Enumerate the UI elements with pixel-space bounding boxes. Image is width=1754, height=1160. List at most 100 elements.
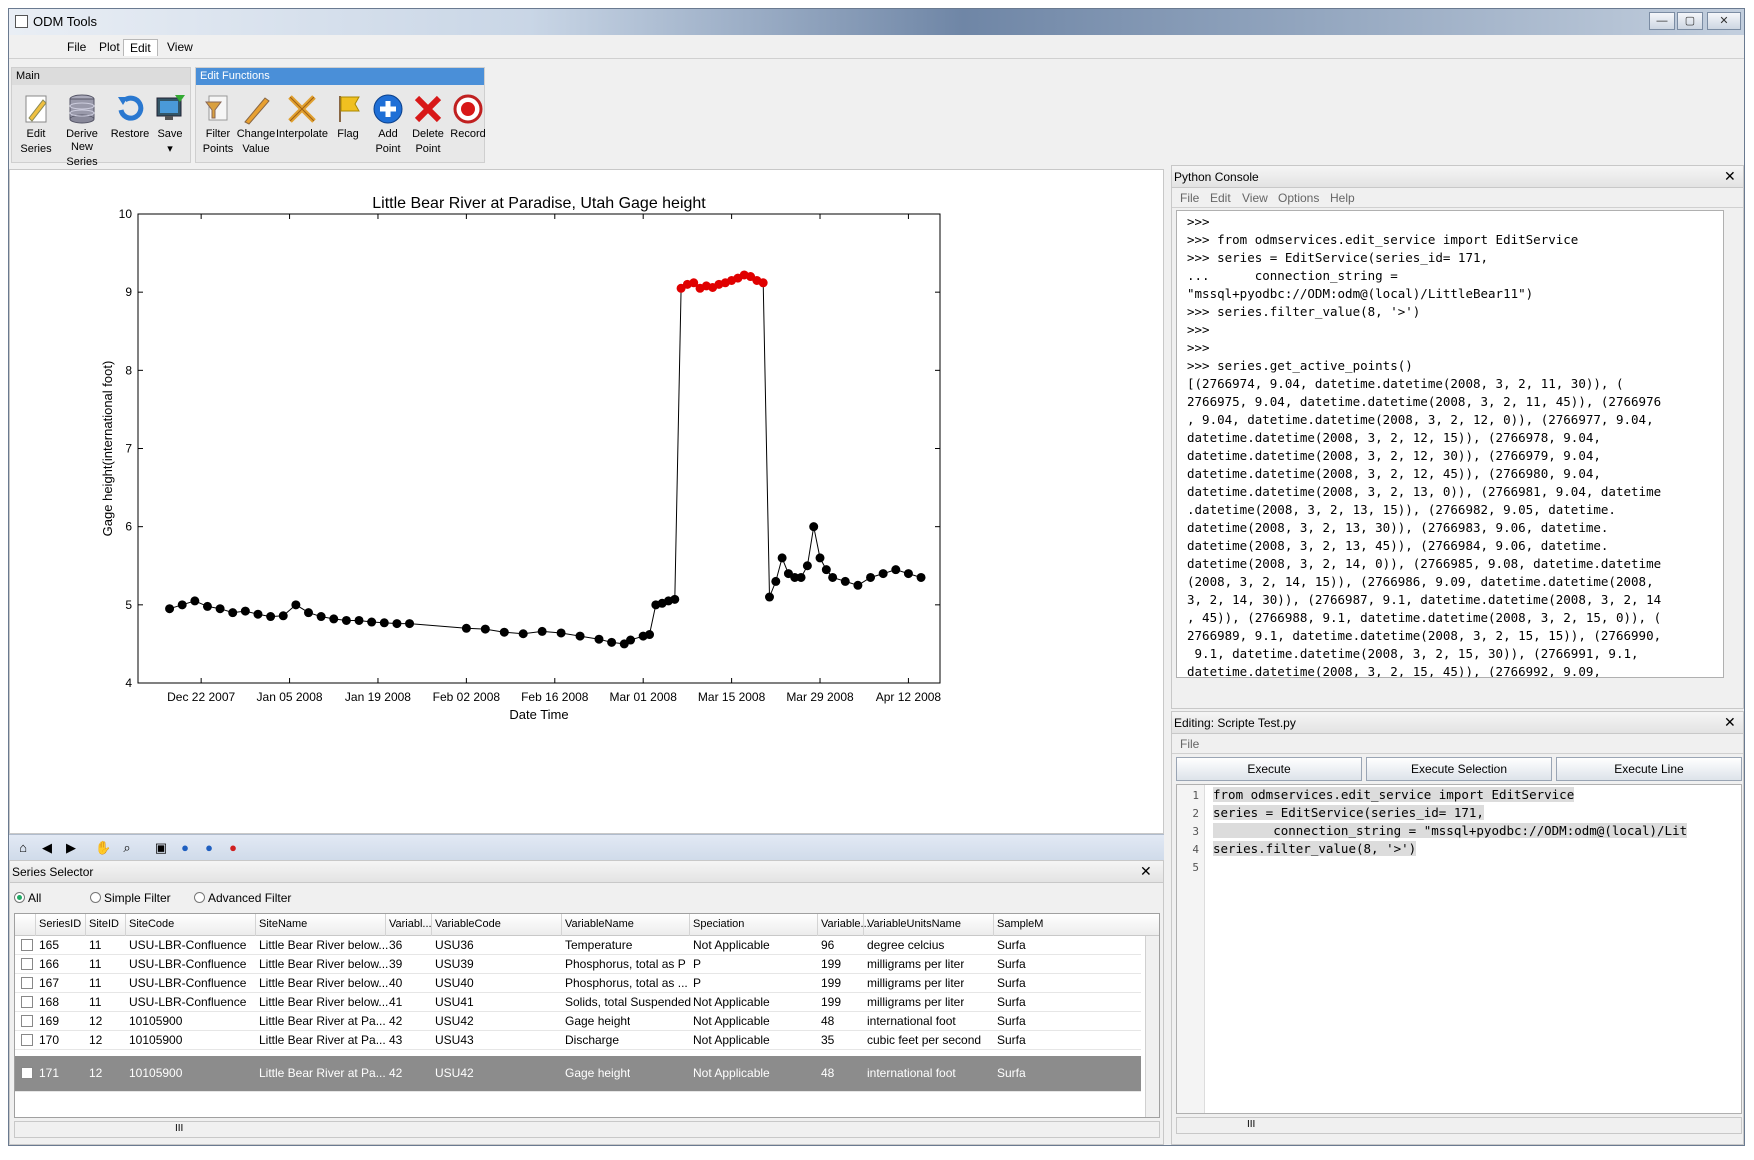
table-row[interactable]: 168 11 USU-LBR-Confluence Little Bear River…: [15, 993, 1141, 1012]
ribbon: Main Edit Series Derive New Series Resto…: [9, 59, 1744, 169]
table-cell: Gage height: [565, 1066, 631, 1080]
globe2-icon[interactable]: ●: [201, 840, 217, 856]
menu-file[interactable]: File: [61, 39, 92, 55]
save-button[interactable]: Save ▾: [148, 92, 192, 162]
derive-new-series-button[interactable]: Derive New Series: [56, 92, 108, 168]
table-cell: Little Bear River at Pa...: [259, 1033, 386, 1047]
column-header[interactable]: VariableCode: [435, 918, 501, 930]
column-header[interactable]: SiteID: [89, 918, 119, 930]
horizontal-scrollbar[interactable]: III: [1176, 1117, 1742, 1134]
scroll-thumb[interactable]: III: [175, 1123, 183, 1134]
table-row[interactable]: 169 12 10105900 Little Bear River at Pa... 4…: [15, 1012, 1141, 1031]
help-icon[interactable]: ●: [225, 840, 241, 856]
data-point: [316, 612, 326, 622]
column-header[interactable]: VariableName: [565, 918, 634, 930]
menu-edit[interactable]: Edit: [123, 39, 158, 56]
horizontal-scrollbar[interactable]: III: [14, 1121, 1160, 1138]
table-row[interactable]: 166 11 USU-LBR-Confluence Little Bear River…: [15, 955, 1141, 974]
forward-arrow-icon[interactable]: ▶: [63, 840, 79, 856]
edit-series-button[interactable]: Edit Series: [14, 92, 58, 162]
flag-button[interactable]: Flag: [326, 92, 370, 162]
close-icon[interactable]: ✕: [1140, 863, 1152, 880]
console-menu-options[interactable]: Options: [1278, 191, 1319, 205]
table-row[interactable]: 170 12 10105900 Little Bear River at Pa... 4…: [15, 1031, 1141, 1050]
zoom-icon[interactable]: ⌕: [119, 840, 135, 856]
console-output[interactable]: >>> >>> from odmservices.edit_service imp…: [1176, 210, 1724, 678]
row-checkbox[interactable]: [21, 939, 33, 951]
console-line: datetime(2008, 3, 2, 13, 30)), (2766983,…: [1187, 520, 1609, 535]
console-menu-edit[interactable]: Edit: [1210, 191, 1231, 205]
filter-all-radio[interactable]: All: [14, 891, 41, 905]
row-checkbox[interactable]: [21, 1034, 33, 1046]
code-line: series = EditService(series_id= 171,: [1213, 805, 1484, 820]
table-cell: 168: [39, 995, 60, 1009]
record-button[interactable]: Record: [446, 92, 490, 162]
close-icon[interactable]: ✕: [1724, 714, 1736, 731]
change-value-button[interactable]: Change Value: [234, 92, 278, 162]
column-header[interactable]: SampleM: [997, 918, 1043, 930]
table-cell: USU-LBR-Confluence: [129, 976, 247, 990]
scroll-thumb[interactable]: III: [1247, 1119, 1255, 1130]
table-row[interactable]: 167 11 USU-LBR-Confluence Little Bear River…: [15, 974, 1141, 993]
console-menu-file[interactable]: File: [1180, 191, 1199, 205]
column-header[interactable]: SeriesID: [39, 918, 81, 930]
gage-height-chart[interactable]: Little Bear River at Paradise, Utah Gage…: [10, 170, 1163, 833]
y-tick-label: 10: [119, 207, 133, 221]
table-cell: Little Bear River below...: [259, 938, 389, 952]
console-menu-view[interactable]: View: [1242, 191, 1268, 205]
line-number: 4: [1192, 843, 1199, 856]
column-separator: [561, 914, 562, 936]
menu-view[interactable]: View: [161, 39, 199, 55]
column-header[interactable]: SiteName: [259, 918, 307, 930]
back-arrow-icon[interactable]: ◀: [39, 840, 55, 856]
filter-advanced-radio[interactable]: Advanced Filter: [194, 891, 291, 905]
x-tick-label: Mar 15 2008: [698, 690, 766, 704]
console-line: >>> series.get_active_points(): [1187, 358, 1413, 373]
close-icon[interactable]: ✕: [1724, 168, 1736, 185]
row-checkbox[interactable]: [21, 1015, 33, 1027]
table-cell: P: [693, 976, 702, 990]
editor-menu-file[interactable]: File: [1180, 737, 1199, 751]
console-line: , 9.04, datetime.datetime(2008, 3, 2, 12…: [1187, 412, 1654, 427]
table-cell: USU39: [435, 957, 474, 971]
row-checkbox[interactable]: [21, 996, 33, 1008]
pan-hand-icon[interactable]: ✋: [95, 840, 111, 856]
table-cell: 11: [89, 938, 102, 952]
row-checkbox[interactable]: [21, 1067, 33, 1079]
filter-simple-radio[interactable]: Simple Filter: [90, 891, 171, 905]
console-line: >>>: [1187, 340, 1210, 355]
interpolate-button[interactable]: Interpolate: [276, 92, 328, 162]
table-row[interactable]: 165 11 USU-LBR-Confluence Little Bear River…: [15, 936, 1141, 955]
code-editor[interactable]: 1 2 3 4 5 from odmservices.edit_service impo…: [1176, 784, 1742, 1114]
x-tick-label: Mar 29 2008: [786, 690, 854, 704]
maximize-button[interactable]: ▢: [1677, 12, 1703, 30]
column-header[interactable]: Variabl...: [389, 918, 432, 930]
close-button[interactable]: ✕: [1707, 12, 1741, 30]
table-row[interactable]: 171 12 10105900 Little Bear River at Pa... 4…: [15, 1056, 1141, 1092]
y-tick-label: 7: [125, 442, 132, 456]
column-header[interactable]: VariableUnitsName: [867, 918, 961, 930]
home-icon[interactable]: ⌂: [15, 840, 31, 856]
table-cell: Phosphorus, total as ...: [565, 976, 688, 990]
column-header[interactable]: Speciation: [693, 918, 744, 930]
execute-button[interactable]: Execute: [1176, 757, 1362, 781]
table-cell: 11: [89, 995, 102, 1009]
console-menu-help[interactable]: Help: [1330, 191, 1355, 205]
table-cell: USU-LBR-Confluence: [129, 995, 247, 1009]
add-point-button[interactable]: Add Point: [366, 92, 410, 162]
menu-plot[interactable]: Plot: [93, 39, 126, 55]
column-separator: [863, 914, 864, 936]
row-checkbox[interactable]: [21, 958, 33, 970]
row-checkbox[interactable]: [21, 977, 33, 989]
minimize-button[interactable]: —: [1649, 12, 1675, 30]
column-header[interactable]: SiteCode: [129, 918, 174, 930]
delete-point-button[interactable]: Delete Point: [406, 92, 450, 162]
restore-button[interactable]: Restore: [108, 92, 152, 162]
globe-icon[interactable]: ●: [177, 840, 193, 856]
execute-line-button[interactable]: Execute Line: [1556, 757, 1742, 781]
line-number: 2: [1192, 807, 1199, 820]
vertical-scrollbar[interactable]: [1145, 936, 1159, 1117]
save-icon[interactable]: ▣: [153, 840, 169, 856]
table-cell: Not Applicable: [693, 938, 770, 952]
execute-selection-button[interactable]: Execute Selection: [1366, 757, 1552, 781]
